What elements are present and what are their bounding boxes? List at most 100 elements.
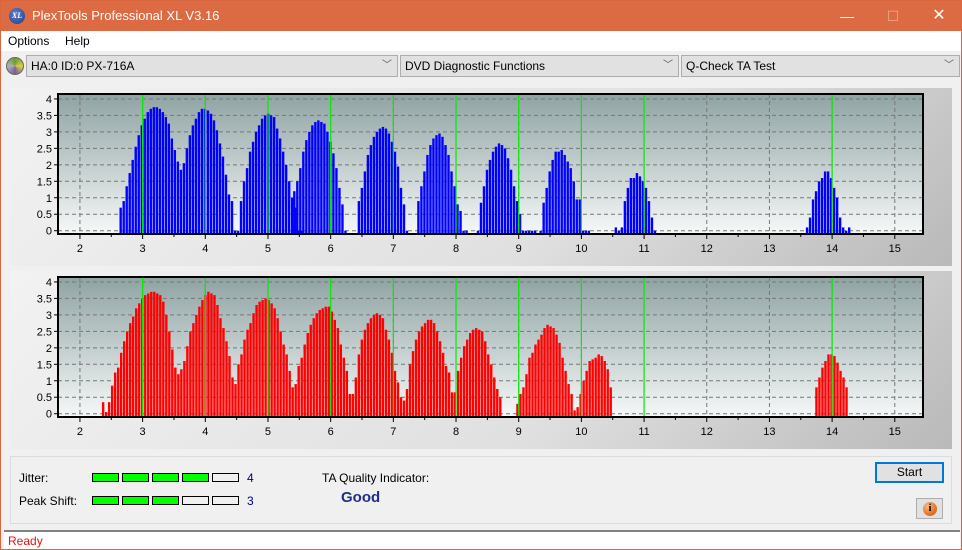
- bar: [493, 377, 496, 417]
- bar: [207, 291, 210, 417]
- bar: [835, 197, 839, 234]
- bar: [135, 308, 138, 417]
- bar: [219, 318, 222, 417]
- bar: [644, 187, 648, 234]
- bar: [252, 313, 255, 417]
- bar: [336, 328, 340, 417]
- bar: [189, 331, 192, 417]
- bar: [393, 151, 397, 234]
- bar: [432, 323, 436, 417]
- meter-segment: [152, 496, 179, 505]
- bar: [548, 171, 551, 234]
- bar: [246, 329, 249, 417]
- bar: [496, 389, 499, 417]
- bar: [176, 161, 180, 234]
- bar: [551, 159, 554, 234]
- bar: [342, 357, 346, 417]
- bar: [447, 154, 450, 234]
- chevron-down-icon: ﹀: [944, 60, 954, 71]
- bar: [279, 331, 282, 417]
- menu-options[interactable]: Options: [8, 34, 49, 48]
- bar: [168, 331, 171, 417]
- bar: [149, 108, 152, 234]
- x-tick-label: 8: [453, 426, 459, 438]
- bar: [308, 131, 311, 234]
- test-select[interactable]: Q-Check TA Test ﹀: [681, 55, 960, 77]
- bar: [569, 168, 572, 234]
- bar: [188, 135, 192, 234]
- bar: [542, 202, 545, 234]
- bar: [629, 178, 633, 234]
- bar: [194, 118, 198, 234]
- bar: [638, 176, 642, 234]
- x-tick-label: 12: [701, 426, 713, 438]
- bar: [249, 323, 252, 417]
- bar: [402, 204, 406, 234]
- drive-select[interactable]: HA:0 ID:0 PX-716A ﹀: [26, 55, 398, 77]
- bar: [335, 168, 338, 234]
- meter-segment: [182, 496, 209, 505]
- bar: [497, 143, 501, 234]
- bar: [230, 201, 234, 234]
- bar: [635, 173, 639, 234]
- minimize-button[interactable]: —: [824, 1, 870, 31]
- bar: [272, 117, 276, 234]
- bar: [348, 393, 352, 417]
- bar: [426, 154, 429, 234]
- bar: [300, 357, 303, 417]
- bar: [320, 122, 323, 234]
- bar: [575, 199, 578, 234]
- bar: [195, 314, 198, 417]
- bar: [143, 118, 146, 234]
- info-button[interactable]: i: [916, 498, 943, 519]
- bar: [540, 334, 543, 417]
- meter-segment: [92, 473, 119, 482]
- bar: [297, 365, 300, 417]
- bar: [317, 120, 320, 234]
- bar: [113, 372, 117, 417]
- bar: [426, 319, 430, 417]
- x-tick-label: 15: [889, 426, 901, 438]
- bar: [165, 314, 168, 417]
- bar: [429, 319, 433, 417]
- y-tick-label: 1: [46, 376, 52, 388]
- bar: [528, 357, 531, 417]
- x-tick-label: 14: [826, 426, 838, 438]
- bar: [444, 145, 447, 234]
- bar: [811, 199, 815, 234]
- bar: [333, 319, 336, 417]
- x-tick-label: 7: [390, 243, 396, 255]
- function-select[interactable]: DVD Diagnostic Functions ﹀: [400, 55, 679, 77]
- bar: [650, 217, 654, 234]
- meter-segment: [212, 496, 239, 505]
- bar: [488, 159, 492, 234]
- bar: [378, 128, 382, 234]
- bar: [324, 306, 327, 417]
- bar: [823, 171, 827, 234]
- x-tick-label: 3: [140, 243, 146, 255]
- bar: [402, 400, 406, 417]
- bar: [459, 210, 462, 234]
- bar: [485, 169, 489, 234]
- bar: [564, 370, 567, 417]
- bar: [269, 115, 273, 234]
- bar: [131, 159, 134, 234]
- bar: [378, 314, 382, 417]
- bar: [332, 153, 335, 234]
- bar: [567, 384, 570, 417]
- bar: [299, 168, 302, 234]
- bar: [484, 341, 487, 417]
- close-button[interactable]: ✕: [916, 1, 962, 31]
- x-tick-label: 3: [140, 426, 146, 438]
- bar: [206, 110, 210, 234]
- bar: [213, 295, 216, 417]
- maximize-button[interactable]: ☐: [870, 1, 916, 31]
- menu-help[interactable]: Help: [65, 34, 90, 48]
- top-chart-panel: 0 0.5 1 1.5 2 2.5 3 3.5 4 2 3 4 5 6 7 8 9 10 11 12 13 14 15: [10, 88, 952, 266]
- bar: [198, 306, 201, 417]
- bar: [360, 339, 364, 417]
- bar: [478, 329, 481, 417]
- title-bar[interactable]: XL PlexTools Professional XL V3.16 — ☐ ✕: [1, 1, 961, 31]
- start-button[interactable]: Start: [875, 462, 944, 483]
- bar: [481, 331, 484, 417]
